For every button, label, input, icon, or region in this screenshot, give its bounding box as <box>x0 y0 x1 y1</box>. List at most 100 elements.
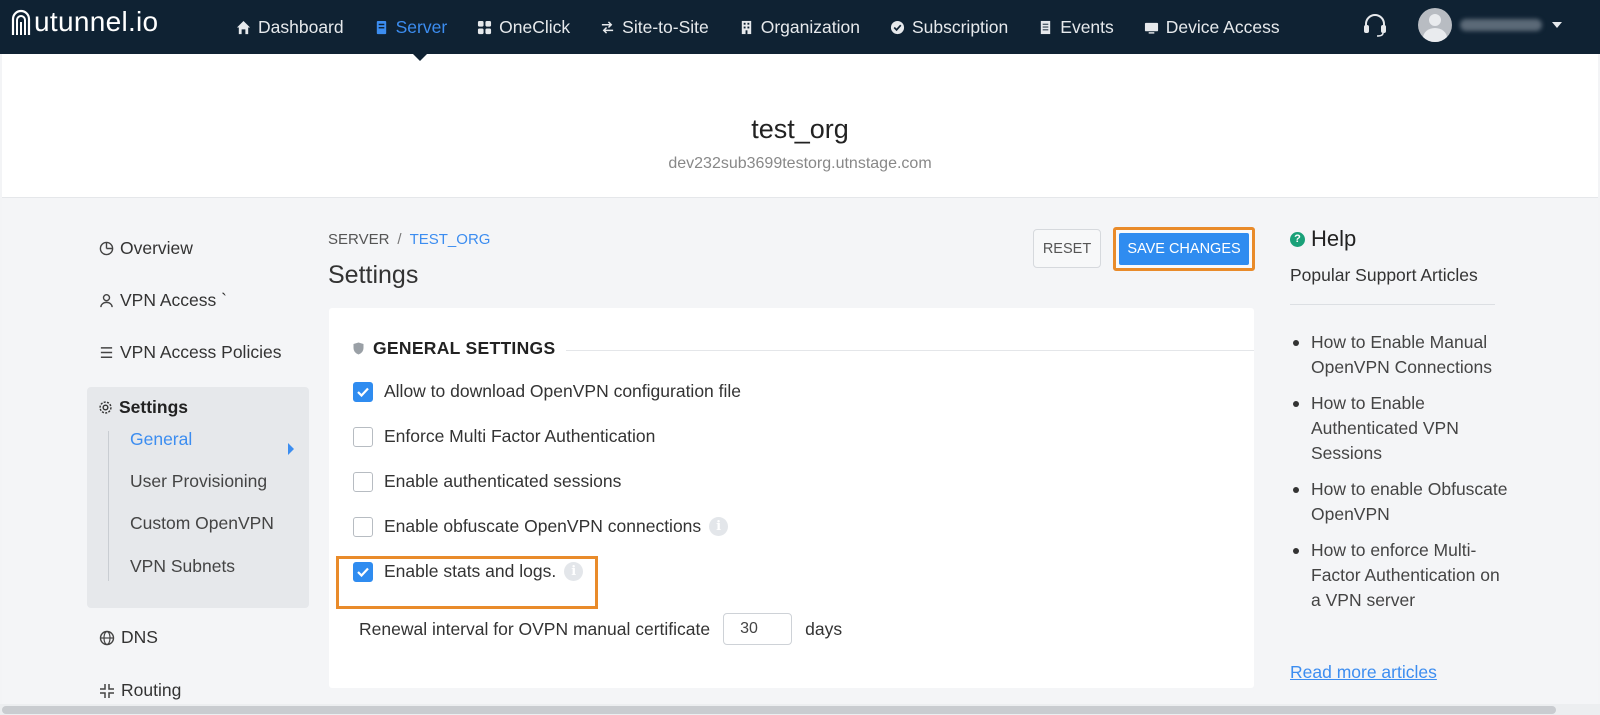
nav-site-to-site[interactable]: Site-to-Site <box>600 17 709 38</box>
help-title: ? Help <box>1290 226 1356 252</box>
pie-icon <box>99 241 114 256</box>
nav-organization[interactable]: Organization <box>739 17 860 38</box>
sidebar-item-settings[interactable]: Settings <box>98 397 188 418</box>
option-label: Enable stats and logs. <box>384 561 557 581</box>
nav-device-access[interactable]: Device Access <box>1144 17 1280 38</box>
divider <box>566 350 1254 351</box>
sidebar-item-label: Routing <box>121 680 182 700</box>
option-authenticated-sessions[interactable]: Enable authenticated sessions <box>353 471 621 492</box>
nav-label: Organization <box>760 16 860 37</box>
nav-dashboard[interactable]: Dashboard <box>236 17 344 38</box>
org-header: test_org dev232sub3699testorg.utnstage.c… <box>2 54 1598 198</box>
option-label: Enable obfuscate OpenVPN connections <box>384 516 702 536</box>
section-title-text: GENERAL SETTINGS <box>373 338 556 358</box>
nav-label: Subscription <box>911 16 1009 37</box>
checkbox-unchecked[interactable] <box>353 471 373 492</box>
sidebar-item-overview[interactable]: Overview <box>99 238 193 259</box>
support-articles-list: How to Enable Manual OpenVPN Connections… <box>1290 330 1510 624</box>
breadcrumb-separator: / <box>397 231 402 248</box>
breadcrumb-current[interactable]: TEST_ORG <box>410 231 491 248</box>
arrows-icon <box>602 20 614 34</box>
breadcrumb-root[interactable]: SERVER <box>328 231 389 248</box>
sidebar-item-label: Settings <box>119 397 189 417</box>
nav-label: OneClick <box>499 16 571 37</box>
save-changes-button[interactable]: SAVE CHANGES <box>1113 227 1255 271</box>
read-more-link[interactable]: Read more articles <box>1290 662 1437 683</box>
support-button[interactable] <box>1362 12 1388 43</box>
sidebar-item-label: DNS <box>121 627 158 647</box>
sidebar-item-dns[interactable]: DNS <box>99 627 158 648</box>
nav-events[interactable]: Events <box>1038 17 1114 38</box>
nav-label: Events <box>1060 16 1114 37</box>
nav-server[interactable]: Server <box>374 17 447 38</box>
nav-label: Dashboard <box>258 16 344 37</box>
info-icon[interactable]: i <box>564 562 584 581</box>
sidebar-item-routing[interactable]: Routing <box>99 680 181 701</box>
help-title-text: Help <box>1311 226 1357 251</box>
option-obfuscate-openvpn[interactable]: Enable obfuscate OpenVPN connections i <box>353 516 729 537</box>
sidebar-item-label: VPN Access ` <box>120 290 227 310</box>
save-changes-label: SAVE CHANGES <box>1119 233 1249 265</box>
sidebar-item-vpn-access-policies[interactable]: VPN Access Policies <box>99 342 281 363</box>
server-icon <box>376 20 386 34</box>
user-menu[interactable] <box>1418 8 1562 42</box>
horizontal-scrollbar[interactable] <box>2 706 1556 714</box>
sidebar-subitem-general[interactable]: General <box>130 429 192 450</box>
nav-label: Site-to-Site <box>622 16 709 37</box>
submenu-guide-line <box>108 431 109 581</box>
top-navbar: utunnel.io Dashboard Server OneClick Sit… <box>0 0 1600 54</box>
checkbox-checked[interactable] <box>353 561 373 582</box>
nav-label: Device Access <box>1165 16 1280 37</box>
monitor-icon <box>1144 22 1158 34</box>
option-enforce-mfa[interactable]: Enforce Multi Factor Authentication <box>353 426 655 447</box>
sidebar-item-label: Overview <box>120 238 193 258</box>
list-icon <box>99 345 114 360</box>
help-question-icon: ? <box>1290 231 1305 247</box>
gear-icon <box>98 400 113 415</box>
help-subtitle: Popular Support Articles <box>1290 265 1478 285</box>
sidebar-subitem-custom-openvpn[interactable]: Custom OpenVPN <box>130 513 274 534</box>
utunnel-logo[interactable]: utunnel.io <box>10 6 158 38</box>
caret-right-icon <box>288 443 294 455</box>
grid-icon <box>478 20 492 34</box>
renewal-interval-input[interactable] <box>723 613 793 645</box>
option-label: Allow to download OpenVPN configuration … <box>384 381 742 401</box>
building-icon <box>741 20 751 34</box>
tunnel-logo-icon <box>11 9 31 35</box>
info-icon[interactable]: i <box>709 517 729 536</box>
nav-subscription[interactable]: Subscription <box>890 17 1008 38</box>
checkbox-checked[interactable] <box>353 381 373 402</box>
renewal-unit: days <box>805 618 843 639</box>
org-title: test_org <box>751 114 849 144</box>
article-link[interactable]: How to enforce Multi-Factor Authenticati… <box>1290 538 1510 613</box>
headset-icon <box>1364 14 1386 37</box>
active-nav-pointer <box>411 52 429 61</box>
reset-button[interactable]: RESET <box>1033 229 1101 268</box>
checkbox-unchecked[interactable] <box>353 426 373 447</box>
general-settings-card: GENERAL SETTINGS Allow to download OpenV… <box>329 308 1254 688</box>
sidebar-subitem-vpn-subnets[interactable]: VPN Subnets <box>130 556 235 577</box>
avatar <box>1418 8 1452 42</box>
logo-text: utunnel.io <box>34 6 159 37</box>
sidebar-item-label: VPN Access Policies <box>120 342 282 362</box>
article-link[interactable]: How to Enable Authenticated VPN Sessions <box>1290 391 1510 466</box>
checkbox-unchecked[interactable] <box>353 516 373 537</box>
sidebar-settings-group: Settings General User Provisioning Custo… <box>87 387 309 608</box>
shield-icon <box>353 342 364 355</box>
nav-oneclick[interactable]: OneClick <box>477 17 570 38</box>
article-link[interactable]: How to enable Obfuscate OpenVPN <box>1290 477 1510 527</box>
option-stats-and-logs[interactable]: Enable stats and logs. i <box>353 561 584 582</box>
sidebar-item-vpn-access[interactable]: VPN Access ` <box>99 290 227 311</box>
list-icon <box>1041 20 1051 34</box>
option-label: Enforce Multi Factor Authentication <box>384 426 656 446</box>
article-link[interactable]: How to Enable Manual OpenVPN Connections <box>1290 330 1510 380</box>
breadcrumb: SERVER / TEST_ORG <box>328 231 490 248</box>
check-circle-icon <box>890 20 905 34</box>
org-domain: dev232sub3699testorg.utnstage.com <box>668 155 932 172</box>
option-label: Enable authenticated sessions <box>384 471 622 491</box>
option-allow-download-config[interactable]: Allow to download OpenVPN configuration … <box>353 381 741 402</box>
home-icon <box>236 20 251 34</box>
routing-icon <box>99 683 115 699</box>
page-title: Settings <box>328 261 419 289</box>
sidebar-subitem-user-provisioning[interactable]: User Provisioning <box>130 471 267 492</box>
